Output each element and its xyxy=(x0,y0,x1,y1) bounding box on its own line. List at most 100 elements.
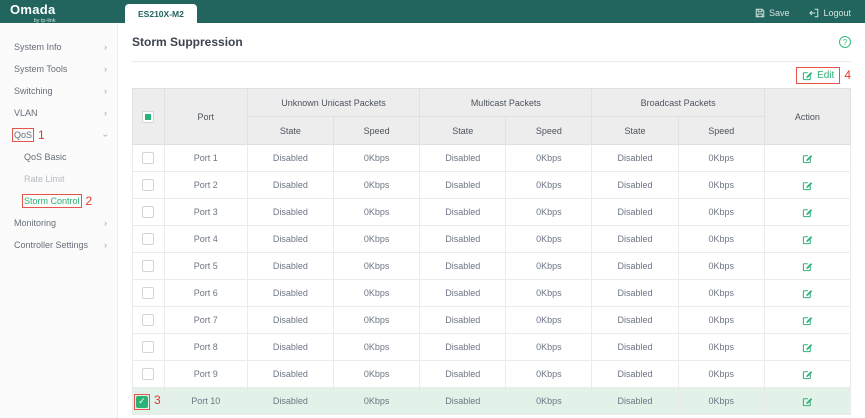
uu-speed-cell: 0Kbps xyxy=(333,198,421,226)
sidebar-item-storm-control[interactable]: Storm Control 2 xyxy=(0,190,117,212)
bc-speed-cell: 0Kbps xyxy=(677,252,765,280)
select-all-checkbox[interactable] xyxy=(142,110,155,123)
brand-subtitle: by tp-link xyxy=(33,18,56,24)
sidebar-item-qos[interactable]: QoS 1 › xyxy=(0,124,117,146)
row-edit-icon[interactable] xyxy=(802,153,813,164)
mc-speed-cell: 0Kbps xyxy=(505,333,593,361)
sidebar-item-rate-limit[interactable]: Rate Limit xyxy=(0,168,117,190)
help-icon[interactable]: ? xyxy=(839,36,851,48)
uu-state-cell: Disabled xyxy=(246,171,335,199)
save-icon xyxy=(755,8,765,18)
row-edit-icon[interactable] xyxy=(802,234,813,245)
main-content: Storm Suppression ? Edit 4 Port Unknown … xyxy=(118,23,865,418)
mc-speed-cell: 0Kbps xyxy=(505,306,593,334)
sidebar-item-label: Controller Settings xyxy=(14,240,89,250)
row-checkbox[interactable] xyxy=(142,206,155,218)
row-checkbox[interactable] xyxy=(142,368,155,380)
broadcast-group-header: Broadcast Packets xyxy=(591,88,765,117)
chevron-down-icon: › xyxy=(101,133,111,137)
sidebar-item-label: QoS xyxy=(11,128,35,142)
sidebar-item-label: Monitoring xyxy=(14,218,57,228)
bc-state-cell: Disabled xyxy=(591,144,679,172)
bc-state-cell: Disabled xyxy=(591,171,679,199)
page-title: Storm Suppression xyxy=(132,35,243,49)
bc-state-cell: Disabled xyxy=(591,306,679,334)
mc-speed-cell: 0Kbps xyxy=(505,198,593,226)
row-checkbox[interactable] xyxy=(142,152,155,164)
device-tab[interactable]: ES210X-M2 xyxy=(125,4,197,23)
row-edit-icon[interactable] xyxy=(802,288,813,299)
logout-icon xyxy=(809,8,819,18)
port-cell: Port 5 xyxy=(163,252,248,280)
row-checkbox[interactable] xyxy=(142,287,155,299)
uu-state-cell: Disabled xyxy=(246,225,335,253)
chevron-right-icon: › xyxy=(104,41,107,52)
storm-control-table: Port Unknown Unicast Packets Multicast P… xyxy=(132,88,852,415)
row-edit-icon[interactable] xyxy=(802,369,813,380)
row-edit-icon[interactable] xyxy=(802,396,813,407)
chevron-right-icon: › xyxy=(104,107,107,118)
row-edit-icon[interactable] xyxy=(802,261,813,272)
sidebar-item-label: System Tools xyxy=(14,64,68,74)
row-checkbox[interactable] xyxy=(142,314,155,326)
uu-speed-cell: 0Kbps xyxy=(333,225,421,253)
row-edit-icon[interactable] xyxy=(802,180,813,191)
port-cell: Port 1 xyxy=(163,144,248,172)
mc-state-cell: Disabled xyxy=(419,279,507,307)
port-cell: Port 6 xyxy=(163,279,248,307)
bc-state-header: State xyxy=(591,116,679,145)
mc-state-cell: Disabled xyxy=(419,225,507,253)
logout-label: Logout xyxy=(823,8,851,18)
sidebar-item-controller-settings[interactable]: Controller Settings › xyxy=(0,234,117,256)
bc-state-cell: Disabled xyxy=(591,387,679,415)
sidebar-item-system-info[interactable]: System Info › xyxy=(0,36,117,58)
row-edit-icon[interactable] xyxy=(802,315,813,326)
bc-speed-cell: 0Kbps xyxy=(677,279,765,307)
mc-state-cell: Disabled xyxy=(419,360,507,388)
row-checkbox[interactable] xyxy=(142,233,155,245)
bc-state-cell: Disabled xyxy=(591,333,679,361)
sidebar-nav: System Info › System Tools › Switching › VLAN ›… xyxy=(0,23,118,418)
bc-speed-cell: 0Kbps xyxy=(677,387,765,415)
bc-speed-cell: 0Kbps xyxy=(677,171,765,199)
row-checkbox[interactable]: ✓ xyxy=(135,395,148,408)
table-row: Port 1 Disabled 0Kbps Disabled 0Kbps Disabled… xyxy=(132,144,852,172)
bc-speed-cell: 0Kbps xyxy=(677,360,765,388)
table-row: Port 8 Disabled 0Kbps Disabled 0Kbps Disabled… xyxy=(132,333,852,361)
annotation-2: 2 xyxy=(85,194,93,208)
uu-state-cell: Disabled xyxy=(246,252,335,280)
chevron-right-icon: › xyxy=(104,239,107,250)
mc-state-cell: Disabled xyxy=(419,387,507,415)
row-checkbox[interactable] xyxy=(142,260,155,272)
table-row: Port 9 Disabled 0Kbps Disabled 0Kbps Disabled… xyxy=(132,360,852,388)
sidebar-item-label: VLAN xyxy=(14,108,38,118)
mc-speed-cell: 0Kbps xyxy=(505,225,593,253)
sidebar-item-switching[interactable]: Switching › xyxy=(0,80,117,102)
row-edit-icon[interactable] xyxy=(802,342,813,353)
mc-speed-cell: 0Kbps xyxy=(505,252,593,280)
mc-state-cell: Disabled xyxy=(419,333,507,361)
row-checkbox[interactable] xyxy=(142,179,155,191)
logout-button[interactable]: Logout xyxy=(809,8,851,18)
edit-icon xyxy=(802,70,813,81)
annotation-1: 1 xyxy=(38,128,45,142)
uu-speed-cell: 0Kbps xyxy=(333,333,421,361)
table-row: Port 2 Disabled 0Kbps Disabled 0Kbps Disabled… xyxy=(132,171,852,199)
mc-state-cell: Disabled xyxy=(419,252,507,280)
bc-state-cell: Disabled xyxy=(591,279,679,307)
save-button[interactable]: Save xyxy=(755,8,789,18)
bc-speed-header: Speed xyxy=(677,116,765,145)
uu-state-cell: Disabled xyxy=(246,144,335,172)
mc-state-cell: Disabled xyxy=(419,144,507,172)
edit-button[interactable]: Edit xyxy=(796,66,841,84)
uu-speed-cell: 0Kbps xyxy=(333,144,421,172)
edit-label: Edit xyxy=(817,69,835,81)
uu-state-cell: Disabled xyxy=(246,198,335,226)
sidebar-item-monitoring[interactable]: Monitoring › xyxy=(0,212,117,234)
sidebar-item-system-tools[interactable]: System Tools › xyxy=(0,58,117,80)
row-edit-icon[interactable] xyxy=(802,207,813,218)
sidebar-item-qos-basic[interactable]: QoS Basic xyxy=(0,146,117,168)
row-checkbox[interactable] xyxy=(142,341,155,353)
sidebar-item-vlan[interactable]: VLAN › xyxy=(0,102,117,124)
mc-speed-cell: 0Kbps xyxy=(505,144,593,172)
